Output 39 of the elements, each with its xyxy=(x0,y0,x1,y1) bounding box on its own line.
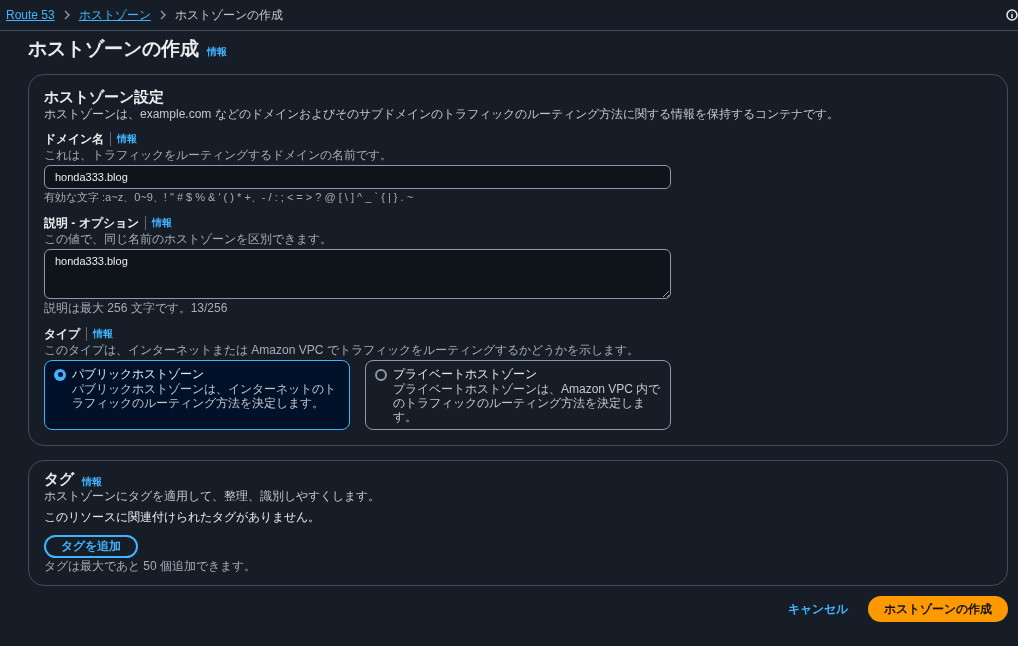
empty-message: このリソースに関連付けられたタグがありません。 xyxy=(44,509,320,525)
field-label: ドメイン名 xyxy=(44,130,104,148)
radio-description: パブリックホストゾーンは、インターネットのトラフィックのルーティング方法を決定します。 xyxy=(72,381,337,410)
add-tag-button[interactable]: タグを追加 xyxy=(44,534,138,558)
breadcrumb-link[interactable]: Route 53 xyxy=(6,6,55,24)
field-label: タイプ xyxy=(44,325,80,343)
field-hint: この値で、同じ名前のホストゾーンを区別できます。 xyxy=(44,231,333,246)
field-hint: これは、トラフィックをルーティングするドメインの名前です。 xyxy=(44,147,393,162)
field-hint: このタイプは、インターネットまたは Amazon VPC でトラフィックをルーティングするかどうかを示します。 xyxy=(44,342,640,357)
info-link[interactable]: 情報 xyxy=(151,215,172,230)
create-hosted-zone-button[interactable]: ホストゾーンの作成 xyxy=(868,595,1008,622)
radio-button[interactable] xyxy=(375,368,387,381)
info-icon[interactable] xyxy=(1006,9,1018,21)
radio-card[interactable]: パブリックホストゾーン パブリックホストゾーンは、インターネットのトラフィックのルーティング方法を決定します。 xyxy=(44,359,350,430)
constraint-text: 説明は最大 256 文字です。13/256 xyxy=(44,300,229,315)
info-link[interactable]: 情報 xyxy=(93,326,113,341)
cancel-button[interactable]: キャンセル xyxy=(788,599,848,618)
info-link[interactable]: 情報 xyxy=(207,45,227,57)
section-description: ホストゾーンにタグを適用して、整理、識別しやすくします。 xyxy=(44,488,380,504)
radio-card[interactable]: プライベートホストゾーン プライベートホストゾーンは、Amazon VPC 内でのトラフィックのルーティング方法を決定します。 xyxy=(365,359,671,430)
breadcrumb-link[interactable]: ホストゾーン xyxy=(78,6,151,24)
constraint-text: 有効な文字 :a~z、0~9、! " # $ % & ' ( ) * +、- / : ; < = > ? @ [ \ ] ^ _ ` { | } . ~ xyxy=(44,190,415,204)
description-textarea[interactable]: honda333.blog xyxy=(44,248,671,299)
chevron-right-icon xyxy=(158,10,167,20)
chevron-right-icon xyxy=(62,10,71,20)
info-link[interactable]: 情報 xyxy=(117,131,137,146)
domain-input[interactable]: honda333.blog xyxy=(44,164,671,189)
section-title: タグ xyxy=(44,468,74,489)
page-title: ホストゾーンの作成 xyxy=(28,37,199,61)
radio-button[interactable] xyxy=(54,368,66,381)
radio-title: プライベートホストゾーン xyxy=(393,365,538,382)
radio-description: プライベートホストゾーンは、Amazon VPC 内でのトラフィックのルーティング方法を決定します。 xyxy=(393,381,661,424)
limit-text: タグは最大であと 50 個追加できます。 xyxy=(44,558,256,573)
section-title: ホストゾーン設定 xyxy=(44,86,165,107)
section-description: ホストゾーンは、example.com などのドメインおよびそのサブドメインのトラフィックのルーティング方法に関する情報を保持するコンテナです。 xyxy=(44,106,840,122)
radio-title: パブリックホストゾーン xyxy=(72,365,205,382)
breadcrumb-current: ホストゾーンの作成 xyxy=(174,7,283,24)
info-link[interactable]: 情報 xyxy=(82,473,102,489)
field-label: 説明 - オプション xyxy=(44,214,139,232)
